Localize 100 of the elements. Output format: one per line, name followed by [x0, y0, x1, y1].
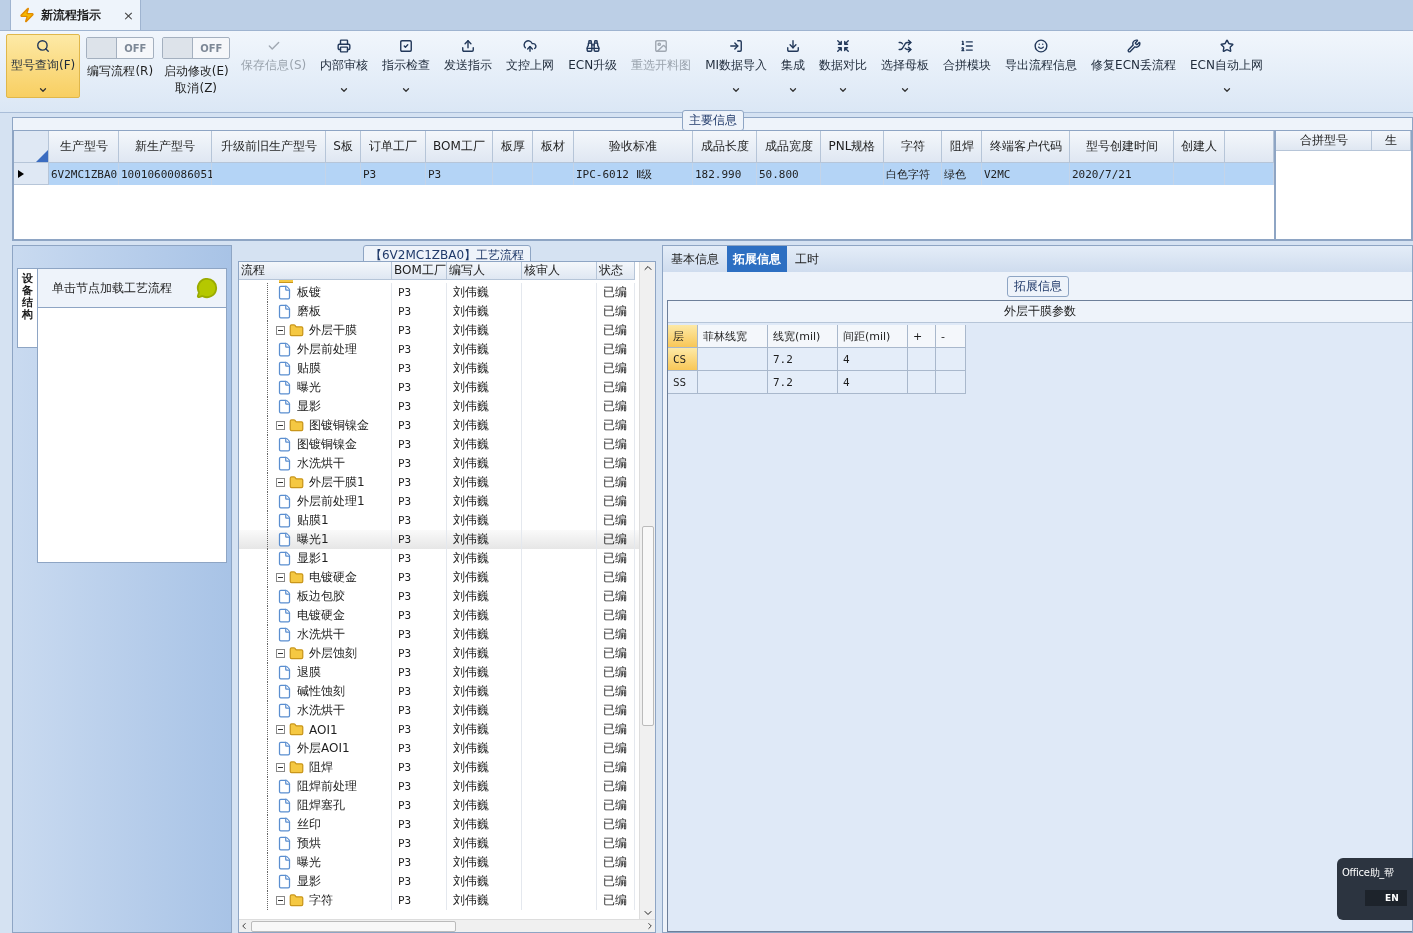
tab[interactable]: 基本信息 — [665, 246, 725, 272]
ribbon-button[interactable]: ECN自动上网 — [1185, 34, 1268, 98]
horizontal-scrollbar[interactable] — [239, 919, 655, 932]
column-header[interactable]: 菲林线宽 — [698, 325, 768, 348]
ribbon-button[interactable]: ECN升级 — [563, 34, 623, 98]
column-header[interactable]: 合拼型号 — [1276, 131, 1373, 151]
node-label: 退膜 — [297, 664, 321, 681]
column-header[interactable]: 层 — [668, 325, 698, 348]
column-header[interactable]: 生 — [1372, 131, 1411, 151]
node-label: 显影 — [297, 873, 321, 890]
ribbon-button[interactable]: 数据对比 — [814, 34, 873, 98]
collapse-icon[interactable] — [276, 896, 285, 905]
row-header[interactable]: CS — [668, 348, 698, 371]
corner-triangle-icon — [36, 150, 48, 162]
column-header[interactable]: 板厚 — [493, 131, 533, 163]
ribbon-button[interactable]: 内部审核 — [315, 34, 374, 98]
scroll-left-icon[interactable] — [239, 921, 249, 931]
ribbon-button[interactable]: 文控上网 — [501, 34, 560, 98]
table-cell: P3 — [426, 163, 493, 185]
collapse-icon[interactable] — [276, 573, 285, 582]
ribbon-button[interactable]: 选择母板 — [876, 34, 935, 98]
table-title: 外层干膜参数 — [668, 301, 1412, 323]
table-cell — [1174, 163, 1225, 185]
node-label: 字符 — [309, 892, 333, 909]
ribbon-button[interactable]: 型号查询(F) — [6, 34, 81, 98]
row-pointer-icon — [18, 169, 24, 178]
column-header[interactable]: 流程 — [239, 262, 392, 280]
collapse-icon[interactable] — [276, 326, 285, 335]
node-label: 板边包胶 — [297, 588, 345, 605]
row-selector[interactable] — [14, 163, 49, 185]
document-icon — [277, 513, 292, 528]
document-icon — [277, 836, 292, 851]
scroll-right-icon[interactable] — [645, 921, 655, 931]
vertical-tab[interactable]: 设备结构 — [17, 268, 37, 348]
ribbon-button[interactable]: MI数据导入 — [700, 34, 773, 98]
document-icon — [277, 627, 292, 642]
node-label: 阻焊塞孔 — [297, 797, 345, 814]
collapse-icon[interactable] — [276, 725, 285, 734]
ribbon-icon — [36, 39, 51, 53]
ribbon-button[interactable]: 指示检查 — [377, 34, 436, 98]
node-label: 曝光 — [297, 854, 321, 871]
document-icon — [277, 380, 292, 395]
ribbon-icon — [399, 39, 414, 53]
document-tab[interactable]: 新流程指示 × — [10, 0, 141, 30]
table-cell: 4 — [838, 371, 908, 394]
table-cell: 7.2 — [768, 348, 838, 371]
ribbon-button[interactable]: 导出流程信息 — [1000, 34, 1083, 98]
scrollbar-thumb[interactable] — [641, 526, 654, 726]
node-label: 外层前处理 — [297, 341, 357, 358]
tab[interactable]: 拓展信息 — [727, 246, 787, 272]
column-header[interactable]: 字符 — [884, 131, 942, 163]
column-header[interactable]: BOM工厂 — [392, 262, 447, 280]
table-cell — [533, 163, 574, 185]
column-header[interactable]: 创建人 — [1174, 131, 1225, 163]
column-header[interactable]: 生产型号 — [49, 131, 119, 163]
column-header[interactable]: 阻焊 — [942, 131, 982, 163]
column-header[interactable]: 核审人 — [522, 262, 597, 280]
ribbon-button[interactable]: 修复ECN丢流程 — [1086, 34, 1182, 98]
column-header[interactable]: 状态 — [597, 262, 635, 280]
node-label: 水洗烘干 — [297, 626, 345, 643]
vertical-scrollbar[interactable] — [639, 262, 655, 919]
column-header[interactable]: - — [936, 325, 966, 348]
column-header[interactable]: 编写人 — [447, 262, 522, 280]
column-header[interactable]: 成品长度 — [693, 131, 757, 163]
column-header[interactable]: 板材 — [533, 131, 574, 163]
document-icon — [277, 779, 292, 794]
column-header[interactable]: 升级前旧生产型号 — [212, 131, 326, 163]
column-header[interactable]: 型号创建时间 — [1070, 131, 1174, 163]
ribbon-button[interactable]: 集成 — [776, 34, 811, 98]
column-header[interactable]: PNL规格 — [821, 131, 884, 163]
tree-row[interactable]: 曝光1 P3 刘伟巍 已编 — [239, 530, 639, 549]
collapse-icon[interactable] — [276, 421, 285, 430]
close-button[interactable]: × — [123, 7, 134, 23]
collapse-icon[interactable] — [276, 649, 285, 658]
hint-text: 单击节点加载工艺流程 — [52, 279, 172, 297]
column-header[interactable]: 间距(mil) — [838, 325, 908, 348]
ribbon-button[interactable]: 发送指示 — [439, 34, 498, 98]
column-header[interactable]: 验收标准 — [574, 131, 693, 163]
collapse-icon[interactable] — [276, 478, 285, 487]
collapse-icon[interactable] — [276, 763, 285, 772]
node-label: 曝光1 — [297, 531, 329, 548]
document-icon — [277, 532, 292, 547]
speech-bubble-icon — [196, 277, 218, 299]
ribbon-button[interactable]: 合拼模块 — [938, 34, 997, 98]
column-header[interactable]: BOM工厂 — [426, 131, 493, 163]
ribbon-icon — [729, 39, 744, 53]
column-header[interactable]: 订单工厂 — [361, 131, 426, 163]
assistant-popup[interactable]: Office助_帮 EN — [1337, 858, 1413, 920]
folder-icon — [289, 323, 304, 338]
column-header[interactable]: 新生产型号 — [119, 131, 212, 163]
column-header[interactable]: 终端客户代码 — [982, 131, 1070, 163]
tab[interactable]: 工时 — [789, 246, 825, 272]
language-key[interactable]: EN — [1365, 890, 1407, 906]
column-header[interactable]: 线宽(mil) — [768, 325, 838, 348]
column-header[interactable]: S板 — [326, 131, 361, 163]
row-header[interactable]: SS — [668, 371, 698, 394]
table-cell — [698, 371, 768, 394]
ribbon-icon — [1034, 39, 1049, 53]
column-header[interactable]: + — [908, 325, 936, 348]
column-header[interactable]: 成品宽度 — [757, 131, 821, 163]
